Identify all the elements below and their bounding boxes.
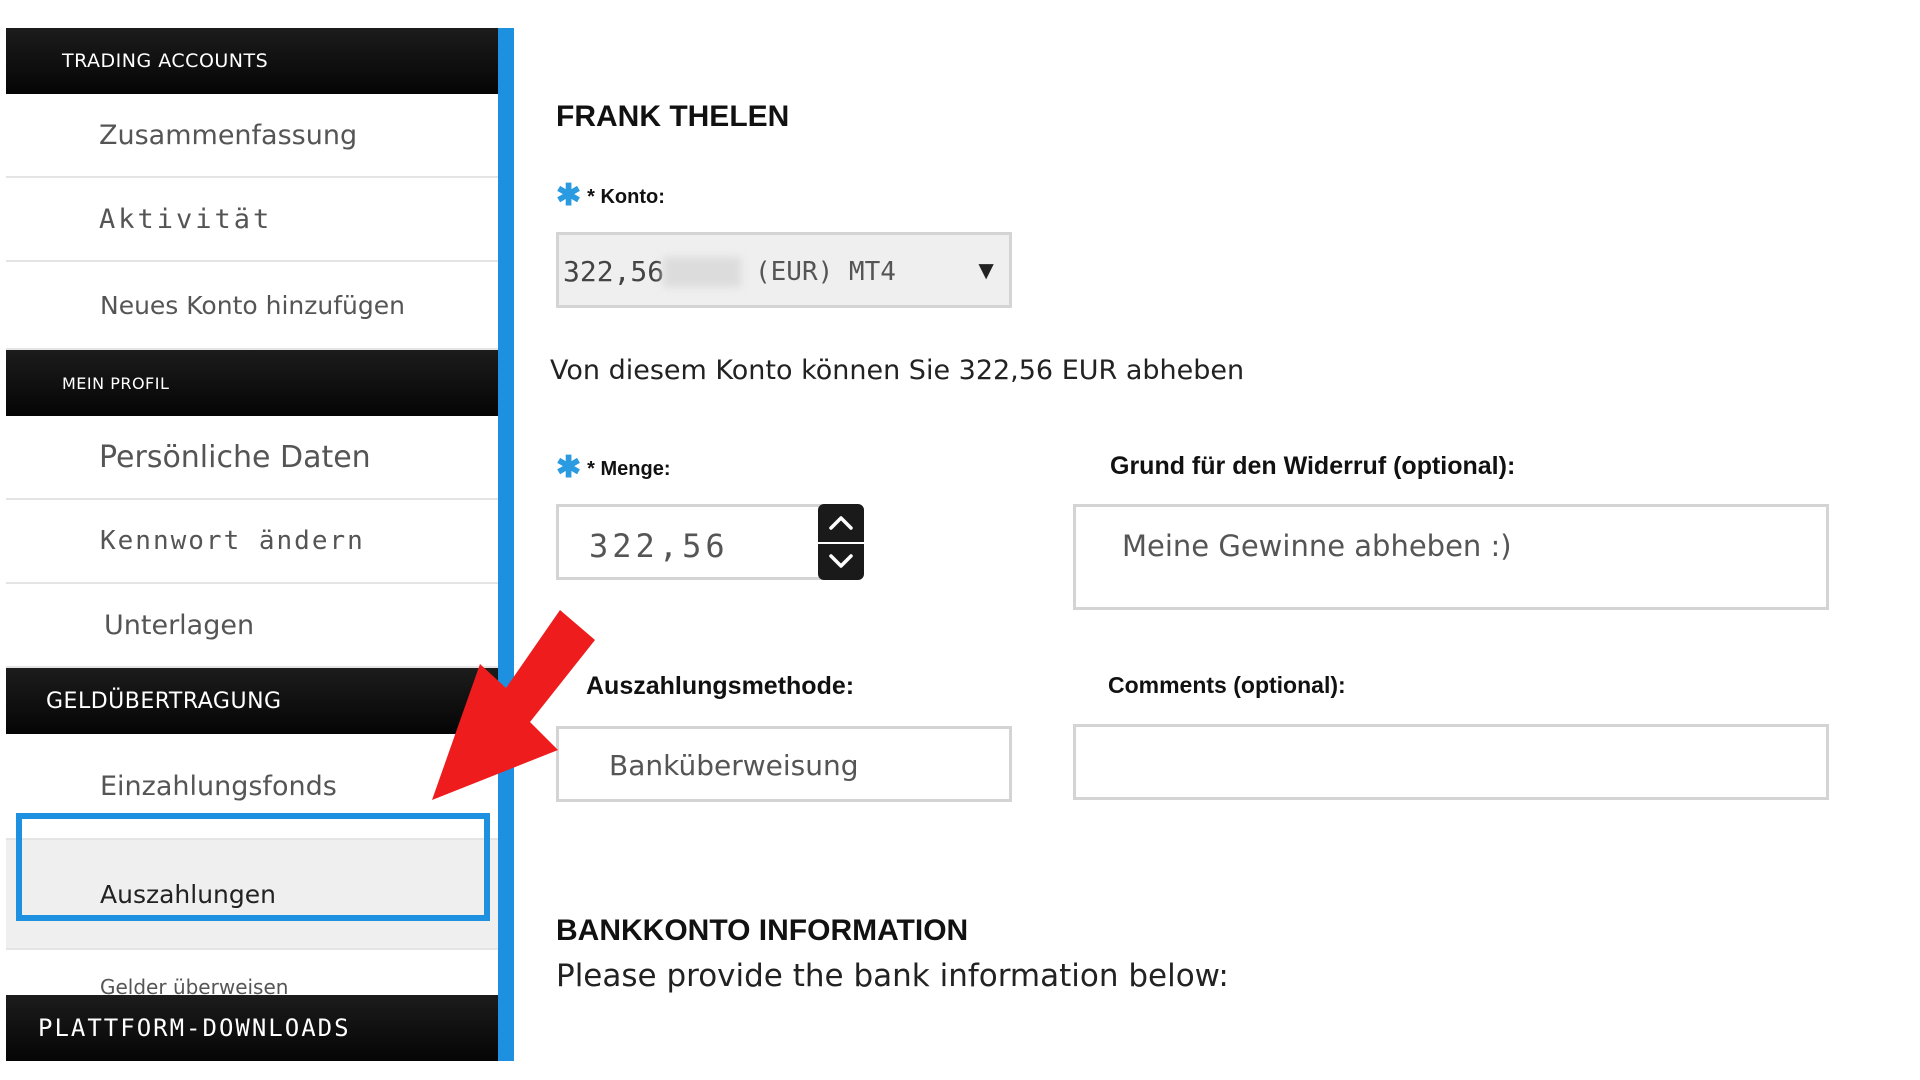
methode-field[interactable]: Banküberweisung: [556, 726, 1012, 802]
sidebar-item-label: Einzahlungsfonds: [100, 770, 337, 802]
konto-amount: 322,56: [563, 255, 665, 288]
chevron-up-icon[interactable]: [818, 504, 864, 544]
comments-input[interactable]: [1073, 724, 1829, 800]
sidebar-item-neues-konto[interactable]: Neues Konto hinzufügen: [6, 262, 498, 350]
quantity-stepper: [818, 504, 864, 580]
grund-input[interactable]: Meine Gewinne abheben :): [1073, 504, 1829, 610]
sidebar-item-persoenliche-daten[interactable]: Persönliche Daten: [6, 416, 498, 500]
sidebar-item-aktivitaet[interactable]: Aktivität: [6, 178, 498, 262]
konto-select[interactable]: 322,56 (EUR) MT4 ▼: [556, 232, 1012, 308]
caret-down-icon[interactable]: ▼: [973, 255, 999, 286]
red-arrow-icon: [432, 610, 595, 800]
sidebar-item-auszahlungen[interactable]: Auszahlungen: [6, 840, 498, 950]
bank-info-title: BANKKONTO INFORMATION: [556, 914, 969, 947]
comments-label: Comments (optional):: [1108, 672, 1346, 698]
account-holder-name: FRANK THELEN: [556, 100, 790, 133]
sidebar-item-zusammenfassung[interactable]: Zusammenfassung: [6, 94, 498, 178]
asterisk-icon: ✱: [556, 451, 582, 484]
sidebar-item-label: Persönliche Daten: [99, 439, 371, 475]
redacted-account-number: [663, 257, 741, 287]
methode-label: Auszahlungsmethode:: [586, 672, 855, 700]
sidebar: TRADING ACCOUNTS Zusammenfassung Aktivit…: [6, 28, 498, 1061]
grund-value: Meine Gewinne abheben :): [1122, 529, 1512, 563]
sidebar-item-label: Aktivität: [99, 203, 273, 235]
grund-label: Grund für den Widerruf (optional):: [1110, 452, 1516, 480]
section-header-mein-profil: MEIN PROFIL: [6, 350, 498, 416]
sidebar-item-label: Zusammenfassung: [99, 119, 358, 151]
sidebar-item-label: Unterlagen: [104, 609, 255, 641]
section-header-plattform-downloads[interactable]: PLATTFORM-DOWNLOADS: [6, 995, 498, 1061]
section-header-trading-accounts: TRADING ACCOUNTS: [6, 28, 498, 94]
menge-label: ✱ * Menge:: [556, 451, 671, 484]
sidebar-accent-bar: [498, 28, 514, 1061]
asterisk-icon: ✱: [556, 179, 582, 212]
sidebar-item-label: Auszahlungen: [100, 879, 276, 909]
menge-value: 322,56: [589, 527, 729, 565]
sidebar-item-label: Neues Konto hinzufügen: [100, 290, 405, 320]
available-amount-text: Von diesem Konto können Sie 322,56 EUR a…: [550, 355, 1245, 386]
konto-label: ✱ * Konto:: [556, 179, 665, 212]
sidebar-item-label: Kennwort ändern: [100, 526, 365, 556]
bank-info-subtitle: Please provide the bank information belo…: [556, 958, 1229, 994]
methode-value: Banküberweisung: [609, 749, 859, 782]
konto-suffix: (EUR) MT4: [755, 257, 896, 287]
menge-input[interactable]: 322,56: [556, 504, 824, 580]
chevron-down-icon[interactable]: [818, 542, 864, 580]
sidebar-item-kennwort-aendern[interactable]: Kennwort ändern: [6, 500, 498, 584]
